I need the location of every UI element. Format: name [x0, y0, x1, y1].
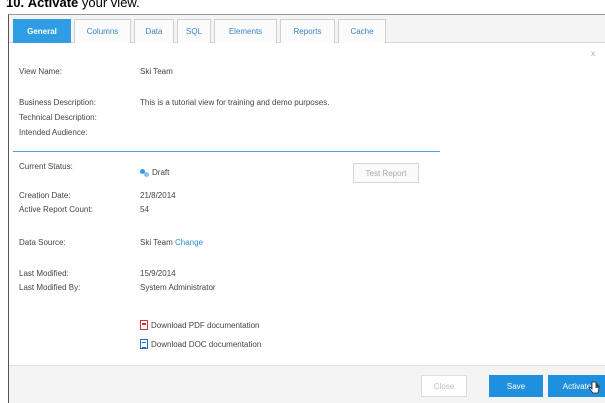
last-modified-label: Last Modified: [19, 269, 69, 278]
tab-columns[interactable]: Columns [74, 19, 131, 43]
doc-file-icon [140, 339, 148, 349]
download-doc-text: Download DOC documentation [151, 339, 262, 349]
data-source-name: Ski Team [140, 238, 173, 247]
change-data-source-link[interactable]: Change [175, 238, 203, 247]
tab-general[interactable]: General [13, 19, 71, 43]
tab-sql[interactable]: SQL [177, 19, 211, 43]
test-report-button[interactable]: Test Report [353, 163, 419, 183]
intended-audience-label: Intended Audience: [19, 128, 88, 137]
step-number: 10. [6, 0, 25, 10]
tab-bar: General Columns Data SQL Elements Report… [9, 15, 605, 43]
view-name-label: View Name: [19, 67, 62, 76]
download-pdf-text: Download PDF documentation [151, 320, 260, 330]
data-source-label: Data Source: [19, 238, 66, 247]
tab-data[interactable]: Data [134, 19, 174, 43]
section-divider [13, 151, 440, 152]
close-button[interactable]: Close [421, 375, 467, 397]
last-modified-by-label: Last Modified By: [19, 283, 81, 292]
download-pdf-link[interactable]: Download PDF documentation [140, 320, 260, 330]
creation-date-value: 21/8/2014 [140, 191, 176, 200]
tab-elements[interactable]: Elements [214, 19, 277, 43]
last-modified-value: 15/9/2014 [140, 269, 176, 278]
step-action: Activate [27, 0, 79, 10]
current-status-value: Draft [140, 168, 170, 178]
data-source-value: Ski Team Change [140, 238, 203, 247]
view-name-value[interactable]: Ski Team [140, 67, 173, 76]
hand-cursor-icon [588, 381, 600, 394]
instruction-heading: 10. Activate your view. [6, 0, 140, 10]
current-status-text: Draft [152, 168, 170, 177]
current-status-label: Current Status: [19, 162, 73, 171]
business-description-label: Business Description: [19, 98, 96, 107]
last-modified-by-value: System Administrator [140, 283, 216, 292]
active-report-count-value: 54 [140, 205, 149, 214]
step-text: your view. [81, 0, 140, 10]
active-report-count-label: Active Report Count: [19, 205, 93, 214]
creation-date-label: Creation Date: [19, 191, 71, 200]
tab-cache[interactable]: Cache [338, 19, 386, 43]
pdf-file-icon [140, 320, 148, 330]
business-description-value[interactable]: This is a tutorial view for training and… [140, 98, 329, 107]
close-icon[interactable]: x [591, 49, 595, 58]
download-doc-link[interactable]: Download DOC documentation [140, 339, 261, 349]
technical-description-label: Technical Description: [19, 113, 97, 122]
view-properties-dialog: General Columns Data SQL Elements Report… [8, 14, 605, 403]
save-button[interactable]: Save [489, 375, 543, 397]
tab-reports[interactable]: Reports [280, 19, 335, 43]
draft-status-icon [140, 168, 149, 178]
